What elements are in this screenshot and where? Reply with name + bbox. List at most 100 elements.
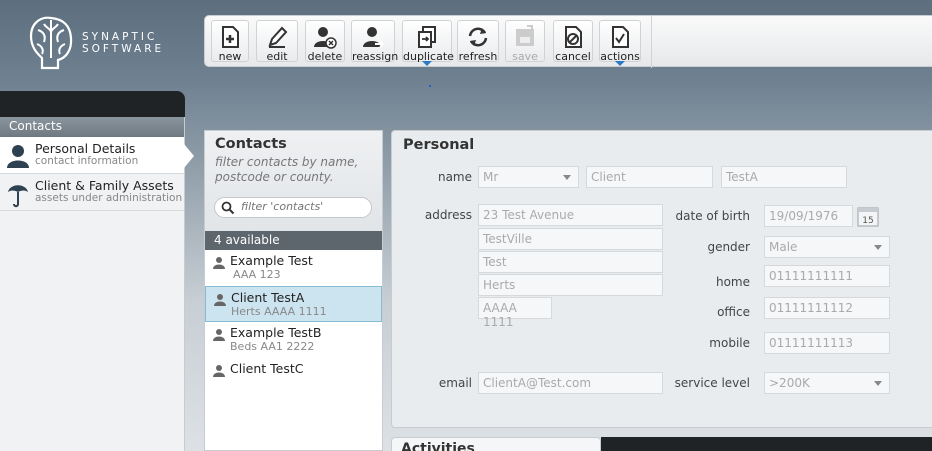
sidebar-item-subtitle: assets under administration [35, 192, 183, 204]
sidebar-item-title: Personal Details [35, 141, 136, 156]
cancel-label: cancel [555, 50, 591, 63]
date-of-birth-label: date of birth [675, 209, 750, 223]
brand-name: SYNAPTIC SOFTWARE [82, 31, 164, 55]
pencil-icon [268, 26, 288, 48]
email-label: email [438, 376, 472, 390]
new-label: new [218, 50, 242, 63]
home-phone-label: home [715, 275, 750, 289]
address-line-2-field[interactable]: TestVille [478, 228, 663, 250]
active-arrow [184, 144, 194, 168]
contacts-search[interactable] [214, 197, 372, 218]
activities-panel: Activities [391, 437, 601, 451]
delete-button[interactable]: delete [305, 20, 345, 63]
sidebar-item-client-family-assets[interactable]: Client & Family Assets assets under admi… [0, 174, 184, 211]
refresh-button[interactable]: refresh [457, 20, 499, 63]
footer-strip [601, 437, 932, 451]
calendar-icon[interactable]: 15 [857, 206, 879, 227]
person-icon [214, 294, 226, 306]
search-icon [221, 201, 235, 215]
actions-dropdown-caret[interactable] [615, 61, 625, 66]
activities-title: Activities [401, 441, 475, 451]
contacts-header: Contacts filter contacts by name, postco… [205, 131, 382, 231]
toolbar-divider [651, 16, 652, 68]
last-name-field[interactable]: TestA [721, 166, 847, 188]
new-button[interactable]: new [211, 20, 249, 63]
brain-icon [29, 16, 73, 70]
person-icon [213, 329, 225, 341]
available-count: 4 available [205, 231, 382, 250]
name-label: name [437, 170, 472, 184]
duplicate-button[interactable]: duplicate [402, 20, 454, 66]
sidebar-item-subtitle: contact information [35, 155, 139, 167]
home-phone-field[interactable]: 01111111111 [764, 265, 890, 287]
contact-list-item[interactable]: Client TestC [205, 358, 382, 394]
save-label: save [512, 50, 538, 63]
person-icon [7, 145, 29, 168]
reassign-button[interactable]: reassign [351, 20, 399, 63]
contact-name: Client TestA [231, 290, 305, 305]
edit-label: edit [266, 50, 288, 63]
brand-line-2: SOFTWARE [82, 43, 165, 55]
contact-list-item[interactable]: Example TestB Beds AA1 2222 [205, 322, 382, 358]
gender-label: gender [707, 240, 750, 254]
search-input[interactable] [241, 200, 366, 213]
actions-button[interactable]: actions [599, 20, 641, 66]
sidebar-item-title: Client & Family Assets [35, 178, 174, 193]
cancel-document-icon [565, 26, 582, 48]
save-button[interactable]: save [505, 20, 545, 63]
contact-list-item[interactable]: Example Test AAA 123 [205, 250, 382, 286]
delete-label: delete [307, 50, 343, 63]
address-line-3-field[interactable]: Test [478, 251, 663, 273]
cancel-button[interactable]: cancel [553, 20, 593, 63]
refresh-icon [468, 27, 488, 47]
service-level-label: service level [674, 376, 750, 390]
contact-address: Herts AAAA 1111 [231, 305, 327, 318]
person-icon [213, 257, 225, 269]
refresh-label: refresh [458, 50, 498, 63]
person-icon [213, 365, 225, 377]
save-icon [516, 25, 534, 46]
service-level-select[interactable]: >200K [764, 372, 890, 394]
sidebar-item-personal-details[interactable]: Personal Details contact information [0, 137, 194, 174]
umbrella-icon [8, 185, 28, 208]
indicator-dot [429, 85, 431, 87]
duplicate-dropdown-caret[interactable] [422, 61, 432, 66]
office-phone-field[interactable]: 01111111112 [764, 297, 890, 319]
email-field[interactable]: ClientA@Test.com [478, 372, 663, 394]
salutation-select[interactable]: Mr [478, 166, 579, 188]
date-of-birth-field[interactable]: 19/09/1976 [764, 205, 853, 227]
address-label: address [424, 208, 472, 222]
contact-address: Beds AA1 2222 [230, 340, 315, 353]
toolbar: new edit delete reassign duplicate refre… [204, 15, 932, 68]
contact-address: AAA 123 [233, 268, 281, 281]
address-line-1-field[interactable]: 23 Test Avenue [478, 204, 663, 226]
reassign-user-icon [363, 27, 385, 48]
first-name-field[interactable]: Client [586, 166, 713, 188]
edit-button[interactable]: edit [256, 20, 298, 63]
sidebar-header: Contacts [0, 117, 184, 137]
address-line-4-field[interactable]: Herts [478, 274, 663, 296]
mobile-phone-label: mobile [709, 336, 750, 350]
calendar-day: 15 [862, 216, 873, 226]
office-phone-label: office [717, 305, 750, 319]
contact-name: Client TestC [230, 361, 304, 376]
personal-panel: Personal name Mr Client TestA address 23… [391, 130, 932, 428]
sidebar-tab [0, 91, 185, 117]
contact-name: Example Test [230, 253, 313, 268]
contacts-panel: Contacts filter contacts by name, postco… [204, 130, 383, 451]
sidebar: Contacts Personal Details contact inform… [0, 117, 194, 451]
contact-list-item-selected[interactable]: Client TestA Herts AAAA 1111 [205, 286, 382, 322]
brand-logo: SYNAPTIC SOFTWARE [28, 14, 168, 74]
new-document-icon [222, 26, 239, 48]
delete-user-icon [314, 27, 337, 49]
personal-title: Personal [403, 137, 475, 153]
actions-document-icon [612, 26, 629, 48]
postcode-field[interactable]: AAAA 1111 [478, 297, 552, 329]
reassign-label: reassign [352, 50, 399, 63]
gender-select[interactable]: Male [764, 236, 890, 258]
duplicate-icon [418, 26, 436, 48]
contacts-title: Contacts [215, 136, 287, 152]
mobile-phone-field[interactable]: 01111111113 [764, 332, 890, 354]
contact-name: Example TestB [230, 325, 322, 340]
contacts-hint: filter contacts by name, postcode or cou… [215, 155, 359, 184]
